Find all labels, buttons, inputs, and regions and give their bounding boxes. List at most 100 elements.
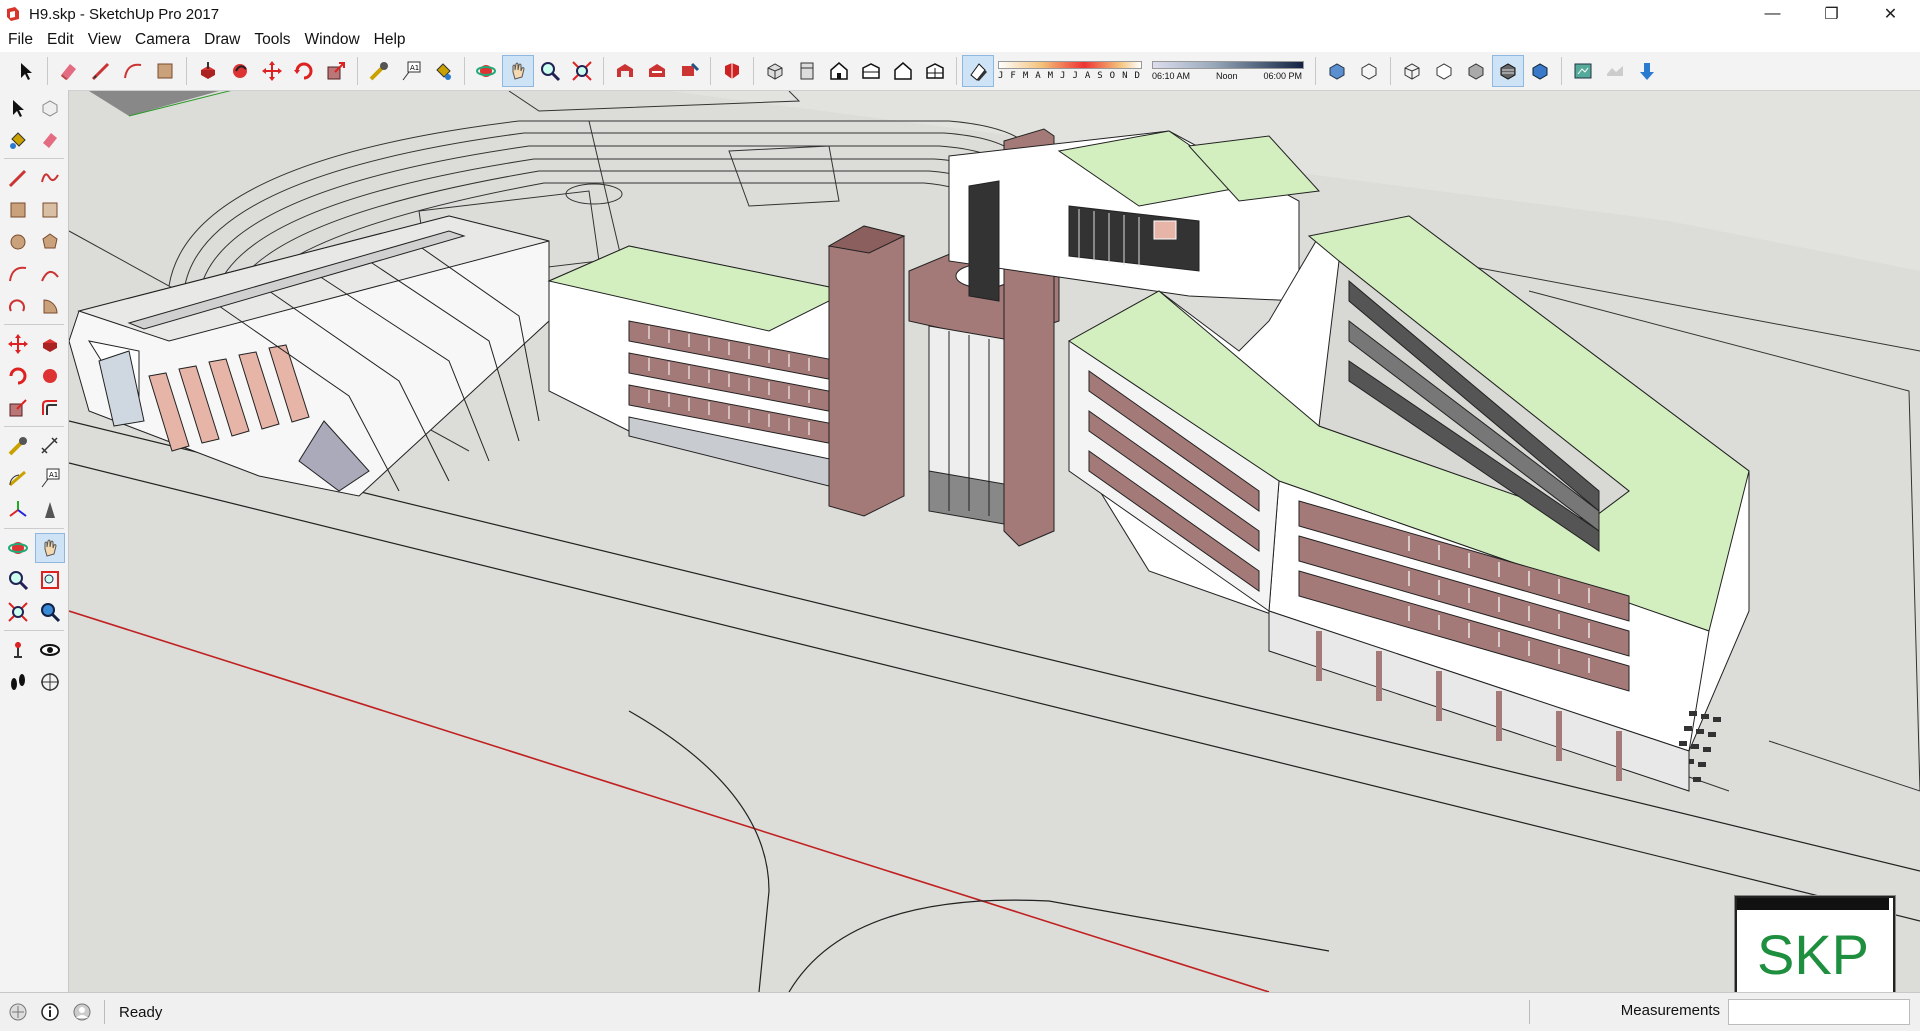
time-end-label: 06:00 PM [1263,71,1302,81]
user-account-icon[interactable] [72,1002,92,1022]
back-edges-style-icon[interactable] [1354,56,1384,86]
three-point-arc-icon[interactable] [4,292,32,320]
toggle-terrain-icon[interactable] [1600,56,1630,86]
circle-icon[interactable] [4,228,32,256]
menu-tools[interactable]: Tools [247,31,297,49]
push-pull-tool-icon[interactable] [193,56,223,86]
axes-icon[interactable] [4,496,32,524]
polygon-icon[interactable] [36,228,64,256]
back-view-icon[interactable] [888,56,918,86]
restore-button[interactable]: ❐ [1802,0,1861,28]
zoom-extents-icon[interactable] [4,598,32,626]
shadow-month-slider[interactable]: J F M A M J J A S O N D [998,61,1142,81]
top-view-icon[interactable] [792,56,822,86]
shadows-toggle-icon[interactable] [962,55,994,87]
pan-icon[interactable] [35,533,65,563]
follow-me-icon[interactable] [36,362,64,390]
move-icon[interactable] [4,330,32,358]
previous-view-icon[interactable] [36,598,64,626]
text-tool-icon[interactable]: A1 [396,56,426,86]
menu-window[interactable]: Window [298,31,367,49]
position-camera-icon[interactable] [4,636,32,664]
front-view-icon[interactable] [824,56,854,86]
tape-measure-icon[interactable] [4,432,32,460]
add-location-icon[interactable] [1568,56,1598,86]
xray-style-icon[interactable] [1322,56,1352,86]
menu-camera[interactable]: Camera [128,31,197,49]
wireframe-style-icon[interactable] [1397,56,1427,86]
hidden-line-style-icon[interactable] [1429,56,1459,86]
line-tool-icon[interactable] [86,56,116,86]
shadow-time-slider[interactable]: 06:10 AM Noon 06:00 PM [1152,61,1304,81]
eraser-icon[interactable] [36,126,64,154]
menu-view[interactable]: View [81,31,128,49]
make-component-icon[interactable] [36,94,64,122]
protractor-icon[interactable] [4,464,32,492]
geolocation-icon[interactable] [8,1002,28,1022]
dimension-icon[interactable] [36,432,64,460]
pencil-line-icon[interactable] [4,164,32,192]
eraser-tool-icon[interactable] [54,56,84,86]
menu-help[interactable]: Help [367,31,413,49]
select-tool-icon[interactable] [11,56,41,86]
menu-file[interactable]: File [0,31,40,49]
pan-tool-icon[interactable] [502,55,534,87]
menu-edit[interactable]: Edit [40,31,81,49]
text-icon[interactable]: A1 [36,464,64,492]
orbit-icon[interactable] [4,534,32,562]
offset-icon[interactable] [36,394,64,422]
zoom-window-icon[interactable] [36,566,64,594]
walk-icon[interactable] [4,668,32,696]
shaded-textures-style-icon[interactable] [1492,55,1524,87]
scale-tool-icon[interactable] [321,56,351,86]
arc-icon[interactable] [4,260,32,288]
month-label: M [1047,71,1054,81]
left-view-icon[interactable] [920,56,950,86]
share-component-icon[interactable] [674,56,704,86]
extension-warehouse-icon[interactable] [717,56,747,86]
3d-text-icon[interactable] [36,496,64,524]
info-icon[interactable] [40,1002,60,1022]
watermark-text: SKP [1756,923,1870,986]
month-label: D [1134,71,1140,81]
menu-draw[interactable]: Draw [197,31,247,49]
school-campus-model [69,91,1920,992]
rotate-icon[interactable] [4,362,32,390]
paint-bucket-icon[interactable] [428,56,458,86]
look-around-icon[interactable] [36,636,64,664]
rotate-tool-icon[interactable] [289,56,319,86]
pie-icon[interactable] [36,292,64,320]
follow-me-tool-icon[interactable] [225,56,255,86]
shaded-style-icon[interactable] [1461,56,1491,86]
tape-measure-icon[interactable] [364,56,394,86]
zoom-tool-icon[interactable] [535,56,565,86]
paint-bucket-icon[interactable] [4,126,32,154]
minimize-button[interactable]: — [1743,0,1802,28]
rectangle-icon[interactable] [4,196,32,224]
two-point-arc-icon[interactable] [36,260,64,288]
right-view-icon[interactable] [856,56,886,86]
status-text: Ready [119,1003,163,1021]
warehouse-icon[interactable] [610,56,640,86]
push-pull-icon[interactable] [36,330,64,358]
move-tool-icon[interactable] [257,56,287,86]
close-button[interactable]: ✕ [1861,0,1920,28]
rotated-rectangle-icon[interactable] [36,196,64,224]
model-viewport[interactable] [69,91,1920,992]
share-model-icon[interactable] [642,56,672,86]
measurements-label: Measurements [1620,1002,1720,1019]
zoom-icon[interactable] [4,566,32,594]
zoom-extents-icon[interactable] [567,56,597,86]
scale-icon[interactable] [4,394,32,422]
arc-tool-icon[interactable] [118,56,148,86]
freehand-icon[interactable] [36,164,64,192]
section-plane-icon[interactable] [36,668,64,696]
measurements-input[interactable] [1728,999,1910,1025]
orbit-tool-icon[interactable] [471,56,501,86]
iso-view-icon[interactable] [760,56,790,86]
title-bar: H9.skp - SketchUp Pro 2017 — ❐ ✕ [0,0,1920,28]
rectangle-tool-icon[interactable] [150,56,180,86]
select-arrow-icon[interactable] [4,94,32,122]
monochrome-style-icon[interactable] [1525,56,1555,86]
photo-textures-icon[interactable] [1632,56,1662,86]
